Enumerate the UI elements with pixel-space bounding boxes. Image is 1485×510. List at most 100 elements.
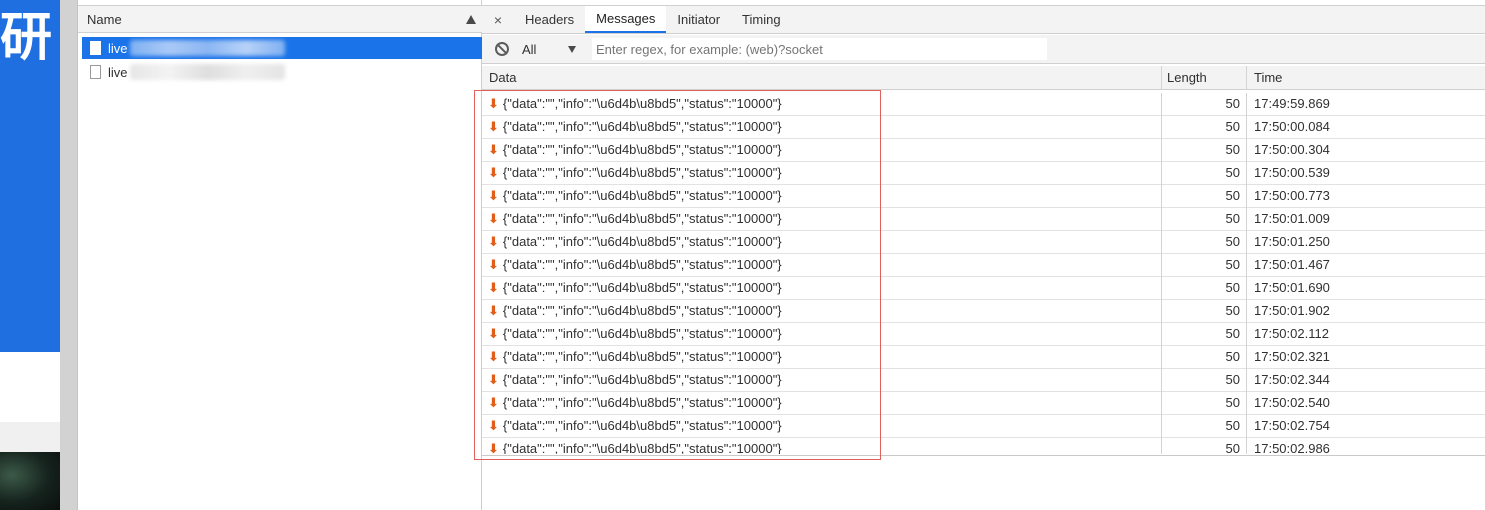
redacted-url	[129, 40, 285, 56]
chevron-down-icon	[568, 45, 576, 53]
message-length-cell: 50	[1161, 276, 1246, 300]
message-length-cell: 50	[1161, 368, 1246, 392]
message-time-cell: 17:50:01.250	[1246, 230, 1485, 254]
tab-timing[interactable]: Timing	[731, 6, 792, 33]
received-arrow-icon: ⬇	[488, 95, 499, 111]
messages-grid: Data Length Time ⬇ {"data":"","info":"\u6…	[482, 65, 1485, 456]
details-tabbar: × Headers Messages Initiator Timing	[482, 5, 1485, 34]
message-data-text: {"data":"","info":"\u6d4b\u8bd5","status…	[502, 394, 782, 410]
message-row[interactable]: ⬇ {"data":"","info":"\u6d4b\u8bd5","statu…	[482, 322, 1485, 346]
message-data-cell: ⬇ {"data":"","info":"\u6d4b\u8bd5","statu…	[482, 208, 1161, 231]
message-row[interactable]: ⬇ {"data":"","info":"\u6d4b\u8bd5","statu…	[482, 368, 1485, 392]
message-data-cell: ⬇ {"data":"","info":"\u6d4b\u8bd5","statu…	[482, 162, 1161, 185]
request-name: live	[108, 64, 128, 80]
panel-splitter[interactable]	[60, 0, 78, 510]
message-data-cell: ⬇ {"data":"","info":"\u6d4b\u8bd5","statu…	[482, 346, 1161, 369]
message-row[interactable]: ⬇ {"data":"","info":"\u6d4b\u8bd5","statu…	[482, 184, 1485, 208]
message-time-cell: 17:50:00.773	[1246, 184, 1485, 208]
length-column-header[interactable]: Length	[1161, 65, 1246, 90]
message-data-text: {"data":"","info":"\u6d4b\u8bd5","status…	[502, 371, 782, 387]
message-data-cell: ⬇ {"data":"","info":"\u6d4b\u8bd5","statu…	[482, 323, 1161, 346]
message-data-cell: ⬇ {"data":"","info":"\u6d4b\u8bd5","statu…	[482, 392, 1161, 415]
message-row[interactable]: ⬇ {"data":"","info":"\u6d4b\u8bd5","statu…	[482, 115, 1485, 139]
message-data-cell: ⬇ {"data":"","info":"\u6d4b\u8bd5","statu…	[482, 438, 1161, 455]
name-column-label: Name	[87, 11, 122, 27]
messages-grid-header: Data Length Time	[482, 65, 1485, 90]
received-arrow-icon: ⬇	[488, 210, 499, 226]
close-icon[interactable]: ×	[482, 6, 514, 33]
message-length-cell: 50	[1161, 138, 1246, 162]
message-row[interactable]: ⬇ {"data":"","info":"\u6d4b\u8bd5","statu…	[482, 345, 1485, 369]
time-column-header[interactable]: Time	[1246, 65, 1485, 90]
message-time-cell: 17:50:02.321	[1246, 345, 1485, 369]
message-time-cell: 17:50:01.009	[1246, 207, 1485, 231]
received-arrow-icon: ⬇	[488, 371, 499, 387]
message-row[interactable]: ⬇ {"data":"","info":"\u6d4b\u8bd5","statu…	[482, 299, 1485, 323]
message-row[interactable]: ⬇ {"data":"","info":"\u6d4b\u8bd5","statu…	[482, 253, 1485, 277]
message-length-cell: 50	[1161, 322, 1246, 346]
message-row[interactable]: ⬇ {"data":"","info":"\u6d4b\u8bd5","statu…	[482, 93, 1485, 116]
message-length-cell: 50	[1161, 93, 1246, 116]
requests-pane: Name live live	[78, 0, 482, 510]
page-content-strip: 研	[0, 0, 60, 510]
message-length-cell: 50	[1161, 253, 1246, 277]
message-time-cell: 17:50:00.304	[1246, 138, 1485, 162]
message-data-text: {"data":"","info":"\u6d4b\u8bd5","status…	[502, 210, 782, 226]
message-time-cell: 17:50:01.690	[1246, 276, 1485, 300]
message-length-cell: 50	[1161, 230, 1246, 254]
sort-ascending-icon[interactable]	[466, 14, 476, 24]
message-data-cell: ⬇ {"data":"","info":"\u6d4b\u8bd5","statu…	[482, 116, 1161, 139]
page-banner: 研	[0, 0, 60, 352]
received-arrow-icon: ⬇	[488, 187, 499, 203]
received-arrow-icon: ⬇	[488, 118, 499, 134]
message-time-cell: 17:50:02.112	[1246, 322, 1485, 346]
message-row[interactable]: ⬇ {"data":"","info":"\u6d4b\u8bd5","statu…	[482, 207, 1485, 231]
message-type-value: All	[522, 41, 537, 57]
message-type-select[interactable]: All	[522, 42, 582, 57]
name-column-header[interactable]: Name	[78, 5, 482, 33]
message-data-cell: ⬇ {"data":"","info":"\u6d4b\u8bd5","statu…	[482, 415, 1161, 438]
message-row[interactable]: ⬇ {"data":"","info":"\u6d4b\u8bd5","statu…	[482, 161, 1485, 185]
regex-filter-input[interactable]	[592, 38, 1047, 60]
message-length-cell: 50	[1161, 437, 1246, 454]
data-column-header[interactable]: Data	[482, 66, 1161, 90]
received-arrow-icon: ⬇	[488, 417, 499, 433]
received-arrow-icon: ⬇	[488, 302, 499, 318]
received-arrow-icon: ⬇	[488, 394, 499, 410]
tab-headers[interactable]: Headers	[514, 6, 585, 33]
message-time-cell: 17:50:02.540	[1246, 391, 1485, 415]
message-data-text: {"data":"","info":"\u6d4b\u8bd5","status…	[502, 440, 782, 455]
message-row[interactable]: ⬇ {"data":"","info":"\u6d4b\u8bd5","statu…	[482, 437, 1485, 455]
message-data-cell: ⬇ {"data":"","info":"\u6d4b\u8bd5","statu…	[482, 254, 1161, 277]
message-row[interactable]: ⬇ {"data":"","info":"\u6d4b\u8bd5","statu…	[482, 391, 1485, 415]
message-data-text: {"data":"","info":"\u6d4b\u8bd5","status…	[502, 95, 782, 111]
message-data-cell: ⬇ {"data":"","info":"\u6d4b\u8bd5","statu…	[482, 300, 1161, 323]
message-row[interactable]: ⬇ {"data":"","info":"\u6d4b\u8bd5","statu…	[482, 276, 1485, 300]
tab-initiator[interactable]: Initiator	[666, 6, 731, 33]
message-time-cell: 17:50:02.754	[1246, 414, 1485, 438]
message-data-cell: ⬇ {"data":"","info":"\u6d4b\u8bd5","statu…	[482, 93, 1161, 116]
message-data-text: {"data":"","info":"\u6d4b\u8bd5","status…	[502, 302, 782, 318]
request-row[interactable]: live	[82, 61, 482, 83]
message-time-cell: 17:50:00.084	[1246, 115, 1485, 139]
message-data-text: {"data":"","info":"\u6d4b\u8bd5","status…	[502, 279, 782, 295]
message-time-cell: 17:50:02.986	[1246, 437, 1485, 454]
request-row-selected[interactable]: live	[82, 37, 482, 59]
received-arrow-icon: ⬇	[488, 279, 499, 295]
message-data-cell: ⬇ {"data":"","info":"\u6d4b\u8bd5","statu…	[482, 231, 1161, 254]
message-data-text: {"data":"","info":"\u6d4b\u8bd5","status…	[502, 348, 782, 364]
message-data-cell: ⬇ {"data":"","info":"\u6d4b\u8bd5","statu…	[482, 185, 1161, 208]
message-length-cell: 50	[1161, 299, 1246, 323]
message-data-text: {"data":"","info":"\u6d4b\u8bd5","status…	[502, 417, 782, 433]
message-data-cell: ⬇ {"data":"","info":"\u6d4b\u8bd5","statu…	[482, 139, 1161, 162]
clear-messages-icon[interactable]	[495, 42, 509, 56]
message-row[interactable]: ⬇ {"data":"","info":"\u6d4b\u8bd5","statu…	[482, 414, 1485, 438]
message-length-cell: 50	[1161, 414, 1246, 438]
received-arrow-icon: ⬇	[488, 348, 499, 364]
message-row[interactable]: ⬇ {"data":"","info":"\u6d4b\u8bd5","statu…	[482, 230, 1485, 254]
message-length-cell: 50	[1161, 115, 1246, 139]
tab-messages[interactable]: Messages	[585, 6, 667, 33]
message-data-cell: ⬇ {"data":"","info":"\u6d4b\u8bd5","statu…	[482, 369, 1161, 392]
message-row[interactable]: ⬇ {"data":"","info":"\u6d4b\u8bd5","statu…	[482, 138, 1485, 162]
message-time-cell: 17:50:00.539	[1246, 161, 1485, 185]
